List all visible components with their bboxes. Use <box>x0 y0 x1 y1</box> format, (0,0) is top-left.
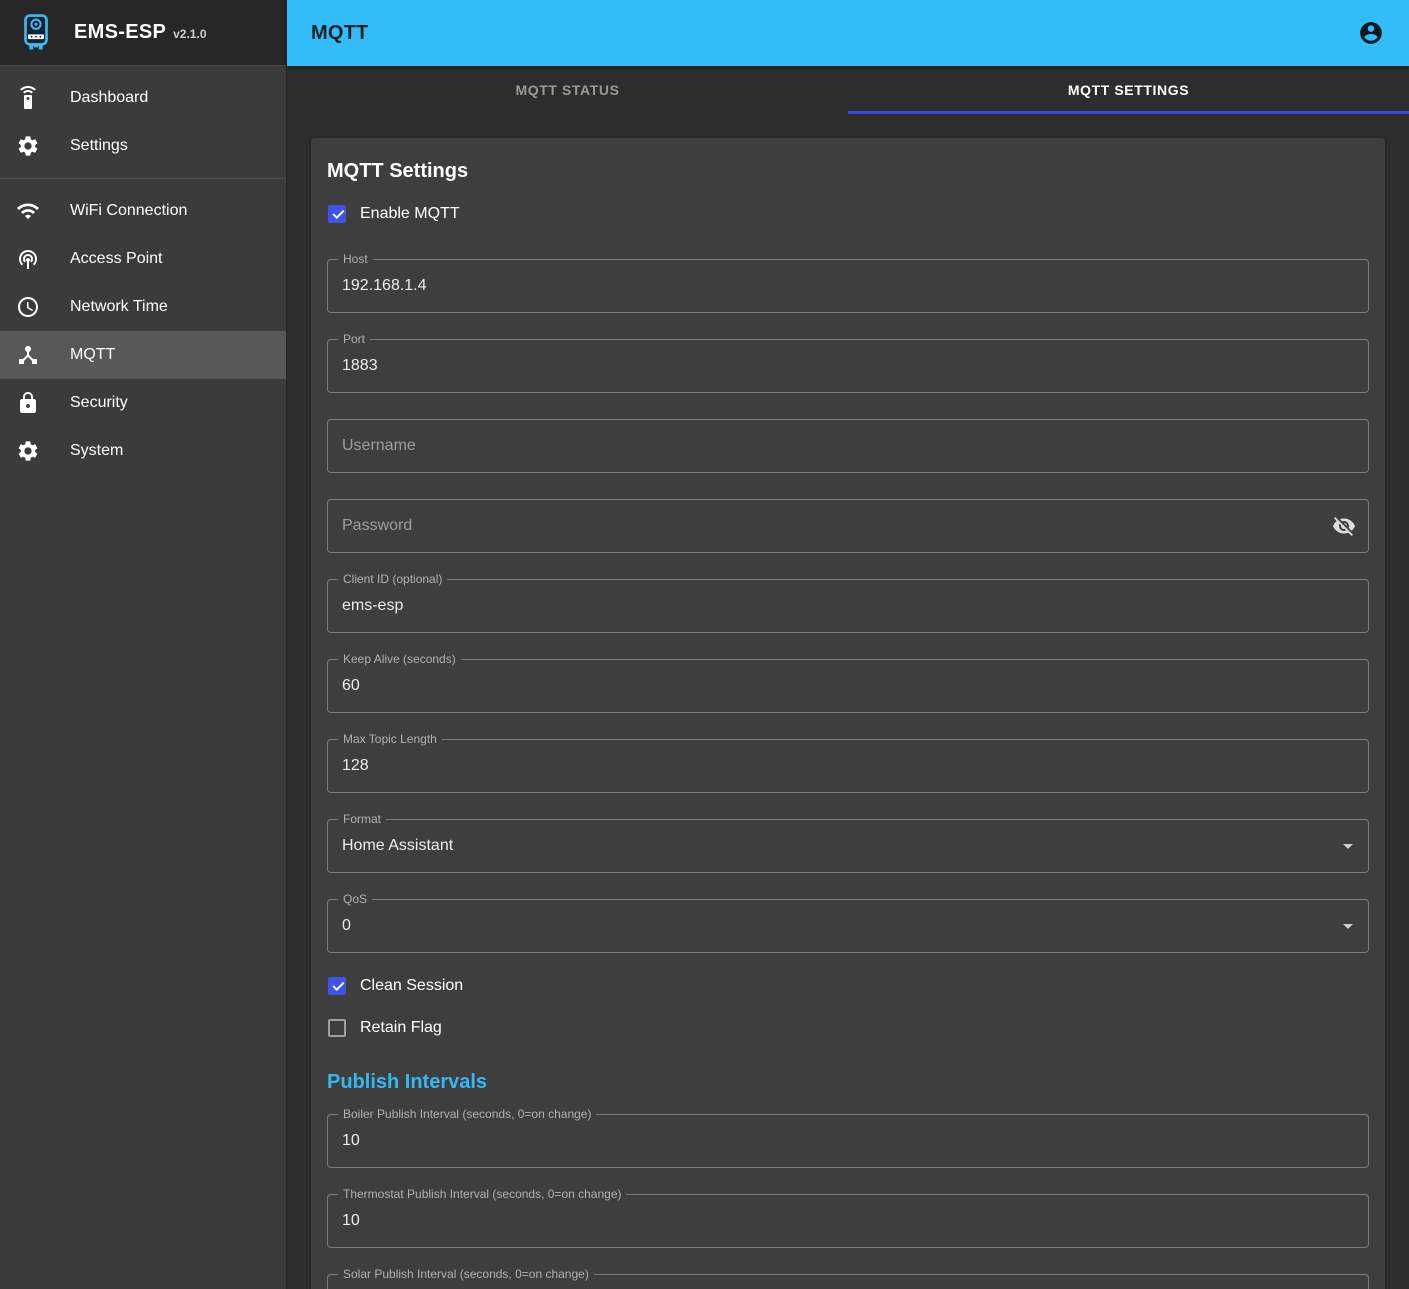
tab-bar: MQTT STATUS MQTT SETTINGS <box>287 66 1409 114</box>
keep-alive-field-label: Keep Alive (seconds) <box>338 652 461 667</box>
sidebar-item-wifi-connection[interactable]: WiFi Connection <box>0 187 286 235</box>
lock-icon <box>16 391 40 415</box>
format-select-label: Format <box>338 812 386 827</box>
sidebar: EMS-ESP v2.1.0 Dashboard Settings WiFi C… <box>0 0 287 1289</box>
client-id-field-label: Client ID (optional) <box>338 572 447 587</box>
tab-mqtt-status[interactable]: MQTT STATUS <box>287 66 848 114</box>
boiler-icon <box>14 11 58 55</box>
device-hub-icon <box>16 343 40 367</box>
tab-label: MQTT STATUS <box>515 82 619 98</box>
checkbox-label: Enable MQTT <box>360 205 460 223</box>
sidebar-item-label: MQTT <box>70 346 115 364</box>
sidebar-item-label: WiFi Connection <box>70 202 187 220</box>
password-field[interactable] <box>327 499 1369 553</box>
port-field[interactable]: Port <box>327 339 1369 393</box>
thermostat-publish-interval-input[interactable] <box>328 1195 1368 1247</box>
sidebar-item-label: Dashboard <box>70 89 148 107</box>
format-select-value: Home Assistant <box>328 837 453 855</box>
brand-version: v2.1.0 <box>173 27 206 41</box>
format-select[interactable]: Format Home Assistant <box>327 819 1369 873</box>
host-field-label: Host <box>338 252 373 267</box>
keep-alive-field[interactable]: Keep Alive (seconds) <box>327 659 1369 713</box>
port-input[interactable] <box>328 340 1368 392</box>
sidebar-item-network-time[interactable]: Network Time <box>0 283 286 331</box>
port-field-label: Port <box>338 332 370 347</box>
thermostat-publish-interval-field[interactable]: Thermostat Publish Interval (seconds, 0=… <box>327 1194 1369 1248</box>
client-id-field[interactable]: Client ID (optional) <box>327 579 1369 633</box>
mqtt-settings-card: MQTT Settings Enable MQTT Host Port <box>311 138 1385 1289</box>
max-topic-length-field[interactable]: Max Topic Length <box>327 739 1369 793</box>
sidebar-item-label: Settings <box>70 137 128 155</box>
gear-icon <box>16 134 40 158</box>
solar-publish-interval-label: Solar Publish Interval (seconds, 0=on ch… <box>338 1267 594 1282</box>
wifi-tethering-icon <box>16 247 40 271</box>
sidebar-group-main: Dashboard Settings <box>0 66 286 178</box>
sidebar-group-connections: WiFi Connection Access Point Network Tim… <box>0 179 286 483</box>
checkbox-label: Retain Flag <box>360 1019 442 1037</box>
username-field[interactable] <box>327 419 1369 473</box>
clock-icon <box>16 295 40 319</box>
publish-intervals-title: Publish Intervals <box>327 1071 1369 1094</box>
max-topic-length-input[interactable] <box>328 740 1368 792</box>
boiler-publish-interval-field[interactable]: Boiler Publish Interval (seconds, 0=on c… <box>327 1114 1369 1168</box>
sidebar-item-label: System <box>70 442 123 460</box>
username-input[interactable] <box>328 420 1368 472</box>
sidebar-item-label: Network Time <box>70 298 168 316</box>
checkbox-label: Clean Session <box>360 977 463 995</box>
sidebar-item-label: Access Point <box>70 250 162 268</box>
sidebar-item-label: Security <box>70 394 128 412</box>
solar-publish-interval-field[interactable]: Solar Publish Interval (seconds, 0=on ch… <box>327 1274 1369 1289</box>
gear-icon <box>16 439 40 463</box>
checkbox-box[interactable] <box>328 205 346 223</box>
tab-mqtt-settings[interactable]: MQTT SETTINGS <box>848 66 1409 114</box>
keep-alive-input[interactable] <box>328 660 1368 712</box>
host-input[interactable] <box>328 260 1368 312</box>
account-circle-icon[interactable] <box>1351 13 1391 53</box>
appbar: MQTT <box>287 0 1409 66</box>
sidebar-item-dashboard[interactable]: Dashboard <box>0 74 286 122</box>
wifi-icon <box>16 199 40 223</box>
password-input[interactable] <box>328 500 1368 552</box>
enable-mqtt-checkbox[interactable]: Enable MQTT <box>327 193 1369 235</box>
dropdown-arrow-icon <box>1343 924 1353 929</box>
host-field[interactable]: Host <box>327 259 1369 313</box>
checkbox-box[interactable] <box>328 1019 346 1037</box>
retain-flag-checkbox[interactable]: Retain Flag <box>327 1007 1369 1049</box>
content-area: MQTT Settings Enable MQTT Host Port <box>287 114 1409 1289</box>
client-id-input[interactable] <box>328 580 1368 632</box>
clean-session-checkbox[interactable]: Clean Session <box>327 965 1369 1007</box>
max-topic-length-field-label: Max Topic Length <box>338 732 442 747</box>
sidebar-item-security[interactable]: Security <box>0 379 286 427</box>
tab-label: MQTT SETTINGS <box>1068 82 1189 98</box>
qos-select-label: QoS <box>338 892 372 907</box>
boiler-publish-interval-label: Boiler Publish Interval (seconds, 0=on c… <box>338 1107 596 1122</box>
dropdown-arrow-icon <box>1343 844 1353 849</box>
form-title: MQTT Settings <box>327 160 1369 183</box>
qos-select[interactable]: QoS 0 <box>327 899 1369 953</box>
boiler-publish-interval-input[interactable] <box>328 1115 1368 1167</box>
main-area: MQTT MQTT STATUS MQTT SETTINGS MQTT Sett… <box>287 0 1409 1289</box>
qos-select-value: 0 <box>328 917 351 935</box>
visibility-off-icon[interactable] <box>1332 514 1356 538</box>
sidebar-item-system[interactable]: System <box>0 427 286 475</box>
thermostat-publish-interval-label: Thermostat Publish Interval (seconds, 0=… <box>338 1187 626 1202</box>
sidebar-header: EMS-ESP v2.1.0 <box>0 0 286 66</box>
brand-title: EMS-ESP <box>74 21 166 44</box>
checkbox-box[interactable] <box>328 977 346 995</box>
settings-remote-icon <box>16 86 40 110</box>
sidebar-item-mqtt[interactable]: MQTT <box>0 331 286 379</box>
sidebar-item-settings[interactable]: Settings <box>0 122 286 170</box>
sidebar-item-access-point[interactable]: Access Point <box>0 235 286 283</box>
page-title: MQTT <box>311 22 368 45</box>
